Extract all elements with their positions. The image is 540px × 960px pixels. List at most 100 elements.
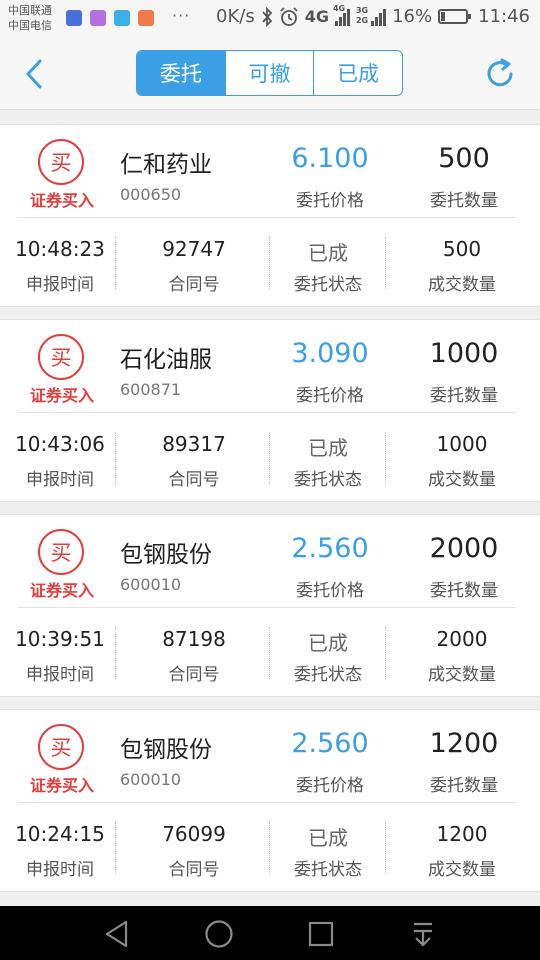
contract-number: 87198 xyxy=(162,627,226,651)
order-price: 2.560 xyxy=(291,728,369,759)
contract-number-label: 合同号 xyxy=(168,860,220,880)
stock-code: 600871 xyxy=(120,380,182,399)
order-price: 3.090 xyxy=(291,338,369,369)
order-status: 已成 xyxy=(308,631,348,655)
order-price: 2.560 xyxy=(291,533,369,564)
down-arrow-icon[interactable] xyxy=(408,919,438,949)
order-status-label: 委托状态 xyxy=(294,470,362,490)
order-status-label: 委托状态 xyxy=(294,275,362,295)
order-filter-tabs: 委托 可撤 已成 xyxy=(136,50,403,96)
contract-number: 76099 xyxy=(162,822,226,846)
order-status-label: 委托状态 xyxy=(294,860,362,880)
back-button[interactable] xyxy=(18,56,52,92)
buy-badge-icon: 买 xyxy=(38,334,84,380)
notification-icons xyxy=(66,10,154,26)
order-price-label: 委托价格 xyxy=(296,776,364,796)
column-separator xyxy=(115,237,116,289)
network-type-4g-small: 4G xyxy=(332,3,346,13)
submit-time-label: 申报时间 xyxy=(26,470,94,490)
column-separator xyxy=(115,822,116,874)
card-divider xyxy=(18,217,516,218)
filled-quantity-label: 成交数量 xyxy=(428,665,496,685)
signal-icon-2: 3G 2G xyxy=(355,6,387,26)
signal-icon-1: 4G xyxy=(333,4,350,26)
alarm-icon xyxy=(280,6,298,26)
submit-time: 10:43:06 xyxy=(15,432,105,456)
order-quantity-label: 委托数量 xyxy=(430,386,498,406)
bluetooth-icon xyxy=(262,6,272,27)
battery-icon xyxy=(438,9,472,24)
clock: 11:46 xyxy=(478,6,530,27)
submit-time-label: 申报时间 xyxy=(26,275,94,295)
card-divider xyxy=(18,607,516,608)
column-separator xyxy=(269,627,270,679)
order-status: 已成 xyxy=(308,241,348,265)
order-price: 6.100 xyxy=(291,143,369,174)
column-separator xyxy=(385,822,386,874)
order-card[interactable]: 买 证券买入 石化油服 600871 3.090 委托价格 1000 委托数量 … xyxy=(0,319,540,502)
column-separator xyxy=(385,237,386,289)
stock-name: 石化油服 xyxy=(120,347,212,373)
order-quantity: 500 xyxy=(438,143,490,174)
carrier-1: 中国联通 xyxy=(8,4,52,17)
battery-percent: 16% xyxy=(392,6,433,27)
buy-badge-icon: 买 xyxy=(38,529,84,575)
filled-quantity: 500 xyxy=(442,237,482,261)
column-separator xyxy=(385,432,386,484)
order-quantity-label: 委托数量 xyxy=(430,776,498,796)
buy-badge-icon: 买 xyxy=(38,139,84,185)
tab-filled[interactable]: 已成 xyxy=(313,51,402,95)
filled-quantity: 2000 xyxy=(436,627,488,651)
tools-app-icon xyxy=(138,10,154,26)
tab-cancellable[interactable]: 可撤 xyxy=(224,51,314,95)
order-card[interactable]: 买 证券买入 仁和药业 000650 6.100 委托价格 500 委托数量 1… xyxy=(0,124,540,307)
card-divider xyxy=(18,412,516,413)
order-quantity: 1000 xyxy=(429,338,499,369)
order-action: 证券买入 xyxy=(29,776,94,795)
stock-code: 000650 xyxy=(120,185,182,204)
nav-bar: 委托 可撤 已成 xyxy=(0,38,540,110)
column-separator xyxy=(115,432,116,484)
triangle-back-icon[interactable] xyxy=(102,919,132,949)
order-action: 证券买入 xyxy=(29,386,94,405)
system-nav-bar xyxy=(0,906,540,960)
order-status: 已成 xyxy=(308,436,348,460)
submit-time: 10:24:15 xyxy=(15,822,105,846)
file-app-icon xyxy=(114,10,130,26)
order-card[interactable]: 买 证券买入 包钢股份 600010 2.560 委托价格 2000 委托数量 … xyxy=(0,514,540,697)
column-separator xyxy=(269,822,270,874)
column-separator xyxy=(385,627,386,679)
stock-code: 600010 xyxy=(120,575,182,594)
tab-orders[interactable]: 委托 xyxy=(137,51,225,95)
network-speed: 0K/s xyxy=(216,6,255,27)
order-status-label: 委托状态 xyxy=(294,665,362,685)
stock-name: 包钢股份 xyxy=(120,542,212,568)
column-separator xyxy=(269,237,270,289)
contract-number: 92747 xyxy=(162,237,226,261)
order-action: 证券买入 xyxy=(29,191,94,210)
shield-app-icon xyxy=(66,10,82,26)
network-type-2g: 2G xyxy=(355,15,369,25)
order-quantity-label: 委托数量 xyxy=(430,581,498,601)
more-notifications-icon: ··· xyxy=(172,6,191,25)
square-recent-icon[interactable] xyxy=(306,919,336,949)
submit-time-label: 申报时间 xyxy=(26,665,94,685)
contract-number-label: 合同号 xyxy=(168,275,220,295)
order-status: 已成 xyxy=(308,826,348,850)
card-divider xyxy=(18,802,516,803)
filled-quantity-label: 成交数量 xyxy=(428,860,496,880)
contract-number-label: 合同号 xyxy=(168,665,220,685)
contract-number-label: 合同号 xyxy=(168,470,220,490)
refresh-button[interactable] xyxy=(484,56,518,92)
column-separator xyxy=(115,627,116,679)
filled-quantity: 1000 xyxy=(436,432,488,456)
carrier-info: 中国联通 中国电信 xyxy=(8,3,52,33)
order-price-label: 委托价格 xyxy=(296,191,364,211)
status-indicators: 0K/s 4G 4G 3G 2G 16% 11:46 xyxy=(216,4,530,28)
gallery-app-icon xyxy=(90,10,106,26)
order-card[interactable]: 买 证券买入 包钢股份 600010 2.560 委托价格 1200 委托数量 … xyxy=(0,709,540,892)
filled-quantity-label: 成交数量 xyxy=(428,275,496,295)
order-quantity: 1200 xyxy=(429,728,499,759)
submit-time: 10:39:51 xyxy=(15,627,105,651)
circle-home-icon[interactable] xyxy=(204,919,234,949)
